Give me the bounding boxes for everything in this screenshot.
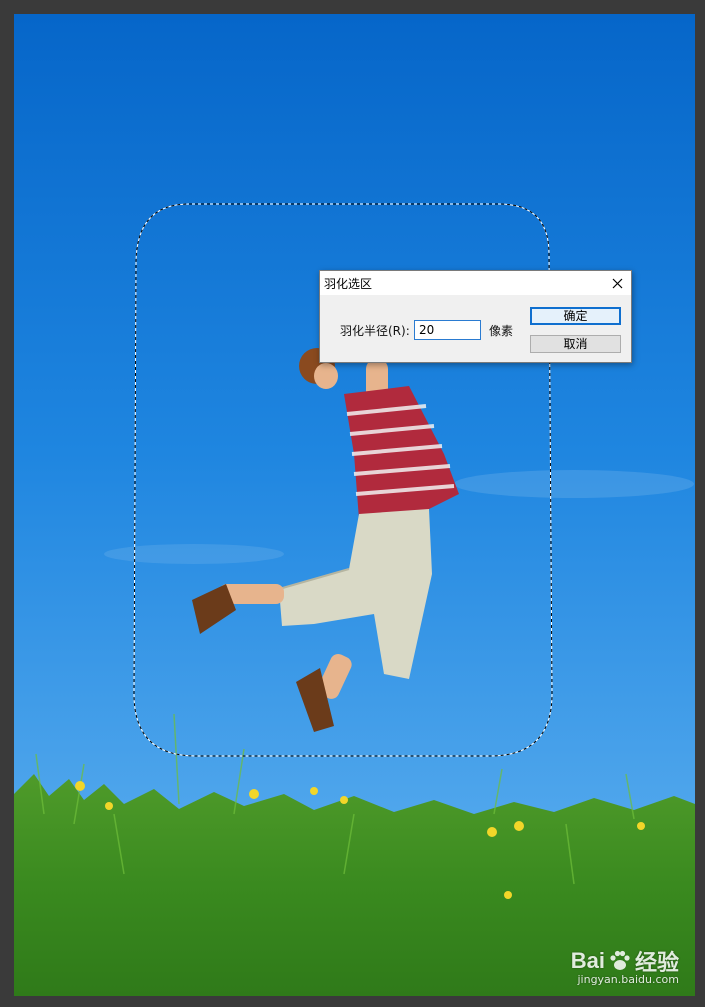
canvas-image bbox=[14, 14, 695, 996]
baidu-watermark: Bai 经验 jingyan.baidu.com bbox=[570, 945, 679, 986]
unit-label: 像素 bbox=[489, 324, 514, 338]
feather-radius-input[interactable] bbox=[414, 320, 481, 340]
feather-radius-label: 羽化半径(R): bbox=[340, 324, 410, 338]
watermark-url: jingyan.baidu.com bbox=[577, 973, 679, 986]
close-icon[interactable] bbox=[607, 273, 627, 293]
ok-button[interactable]: 确定 bbox=[530, 307, 621, 325]
feather-selection-dialog: 羽化选区 羽化半径(R): 像素 确定 取消 bbox=[319, 270, 632, 363]
dialog-title: 羽化选区 bbox=[324, 277, 373, 291]
watermark-brand: Bai bbox=[570, 948, 605, 973]
paw-icon bbox=[610, 950, 630, 970]
cancel-button[interactable]: 取消 bbox=[530, 335, 621, 353]
dialog-titlebar[interactable]: 羽化选区 bbox=[320, 271, 631, 295]
photo-canvas[interactable] bbox=[14, 14, 695, 996]
